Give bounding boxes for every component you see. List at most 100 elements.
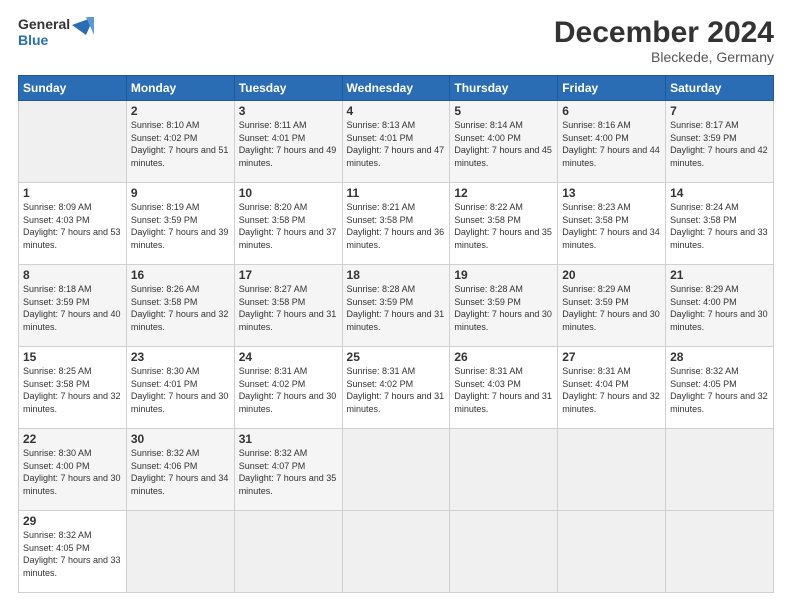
calendar-cell: 7Sunrise: 8:17 AMSunset: 3:59 PMDaylight…: [666, 101, 774, 183]
day-number: 23: [131, 350, 230, 364]
day-info: Sunrise: 8:29 AMSunset: 3:59 PMDaylight:…: [562, 283, 661, 333]
calendar-cell: [342, 429, 450, 511]
header-friday: Friday: [558, 76, 666, 101]
logo: General Blue: [18, 16, 94, 48]
day-number: 8: [23, 268, 122, 282]
day-info: Sunrise: 8:10 AMSunset: 4:02 PMDaylight:…: [131, 119, 230, 169]
day-info: Sunrise: 8:20 AMSunset: 3:58 PMDaylight:…: [239, 201, 338, 251]
calendar-cell: [450, 511, 558, 593]
location: Bleckede, Germany: [554, 49, 774, 65]
header-row: Sunday Monday Tuesday Wednesday Thursday…: [19, 76, 774, 101]
calendar-cell: 21Sunrise: 8:29 AMSunset: 4:00 PMDayligh…: [666, 265, 774, 347]
calendar-cell: [450, 429, 558, 511]
calendar-cell: 4Sunrise: 8:13 AMSunset: 4:01 PMDaylight…: [342, 101, 450, 183]
day-info: Sunrise: 8:26 AMSunset: 3:58 PMDaylight:…: [131, 283, 230, 333]
calendar-body: 2Sunrise: 8:10 AMSunset: 4:02 PMDaylight…: [19, 101, 774, 593]
day-number: 25: [347, 350, 446, 364]
day-number: 11: [347, 186, 446, 200]
day-info: Sunrise: 8:22 AMSunset: 3:58 PMDaylight:…: [454, 201, 553, 251]
header: General Blue December 2024 Bleckede, Ger…: [18, 16, 774, 65]
day-info: Sunrise: 8:11 AMSunset: 4:01 PMDaylight:…: [239, 119, 338, 169]
day-number: 10: [239, 186, 338, 200]
calendar-cell: [558, 429, 666, 511]
calendar-row: 1Sunrise: 8:09 AMSunset: 4:03 PMDaylight…: [19, 183, 774, 265]
day-info: Sunrise: 8:29 AMSunset: 4:00 PMDaylight:…: [670, 283, 769, 333]
day-info: Sunrise: 8:32 AMSunset: 4:05 PMDaylight:…: [23, 529, 122, 579]
day-info: Sunrise: 8:09 AMSunset: 4:03 PMDaylight:…: [23, 201, 122, 251]
calendar-row: 2Sunrise: 8:10 AMSunset: 4:02 PMDaylight…: [19, 101, 774, 183]
day-number: 20: [562, 268, 661, 282]
calendar-cell: 2Sunrise: 8:10 AMSunset: 4:02 PMDaylight…: [126, 101, 234, 183]
day-number: 30: [131, 432, 230, 446]
calendar-cell: 12Sunrise: 8:22 AMSunset: 3:58 PMDayligh…: [450, 183, 558, 265]
calendar-table: Sunday Monday Tuesday Wednesday Thursday…: [18, 75, 774, 593]
day-info: Sunrise: 8:17 AMSunset: 3:59 PMDaylight:…: [670, 119, 769, 169]
header-thursday: Thursday: [450, 76, 558, 101]
day-info: Sunrise: 8:16 AMSunset: 4:00 PMDaylight:…: [562, 119, 661, 169]
calendar-cell: 30Sunrise: 8:32 AMSunset: 4:06 PMDayligh…: [126, 429, 234, 511]
calendar-cell: 19Sunrise: 8:28 AMSunset: 3:59 PMDayligh…: [450, 265, 558, 347]
day-info: Sunrise: 8:31 AMSunset: 4:02 PMDaylight:…: [347, 365, 446, 415]
day-number: 29: [23, 514, 122, 528]
header-sunday: Sunday: [19, 76, 127, 101]
calendar-cell: 25Sunrise: 8:31 AMSunset: 4:02 PMDayligh…: [342, 347, 450, 429]
day-number: 28: [670, 350, 769, 364]
day-number: 27: [562, 350, 661, 364]
calendar-cell: 26Sunrise: 8:31 AMSunset: 4:03 PMDayligh…: [450, 347, 558, 429]
day-number: 3: [239, 104, 338, 118]
day-info: Sunrise: 8:21 AMSunset: 3:58 PMDaylight:…: [347, 201, 446, 251]
day-info: Sunrise: 8:28 AMSunset: 3:59 PMDaylight:…: [454, 283, 553, 333]
calendar-cell: 15Sunrise: 8:25 AMSunset: 3:58 PMDayligh…: [19, 347, 127, 429]
calendar-cell: 8Sunrise: 8:18 AMSunset: 3:59 PMDaylight…: [19, 265, 127, 347]
calendar-cell: [558, 511, 666, 593]
day-number: 7: [670, 104, 769, 118]
calendar-cell: 3Sunrise: 8:11 AMSunset: 4:01 PMDaylight…: [234, 101, 342, 183]
day-number: 15: [23, 350, 122, 364]
calendar-cell: 5Sunrise: 8:14 AMSunset: 4:00 PMDaylight…: [450, 101, 558, 183]
day-number: 17: [239, 268, 338, 282]
day-info: Sunrise: 8:31 AMSunset: 4:02 PMDaylight:…: [239, 365, 338, 415]
day-number: 16: [131, 268, 230, 282]
calendar-cell: [234, 511, 342, 593]
day-number: 19: [454, 268, 553, 282]
calendar-cell: 6Sunrise: 8:16 AMSunset: 4:00 PMDaylight…: [558, 101, 666, 183]
calendar-cell: 22Sunrise: 8:30 AMSunset: 4:00 PMDayligh…: [19, 429, 127, 511]
logo-bird-icon: [72, 17, 94, 47]
day-info: Sunrise: 8:18 AMSunset: 3:59 PMDaylight:…: [23, 283, 122, 333]
day-number: 1: [23, 186, 122, 200]
day-info: Sunrise: 8:13 AMSunset: 4:01 PMDaylight:…: [347, 119, 446, 169]
calendar-row: 22Sunrise: 8:30 AMSunset: 4:00 PMDayligh…: [19, 429, 774, 511]
day-number: 2: [131, 104, 230, 118]
day-info: Sunrise: 8:30 AMSunset: 4:00 PMDaylight:…: [23, 447, 122, 497]
header-saturday: Saturday: [666, 76, 774, 101]
day-info: Sunrise: 8:23 AMSunset: 3:58 PMDaylight:…: [562, 201, 661, 251]
calendar-cell: 1Sunrise: 8:09 AMSunset: 4:03 PMDaylight…: [19, 183, 127, 265]
calendar-cell: 27Sunrise: 8:31 AMSunset: 4:04 PMDayligh…: [558, 347, 666, 429]
day-number: 13: [562, 186, 661, 200]
day-info: Sunrise: 8:28 AMSunset: 3:59 PMDaylight:…: [347, 283, 446, 333]
calendar-cell: 20Sunrise: 8:29 AMSunset: 3:59 PMDayligh…: [558, 265, 666, 347]
day-number: 18: [347, 268, 446, 282]
month-title: December 2024: [554, 16, 774, 49]
header-wednesday: Wednesday: [342, 76, 450, 101]
day-number: 26: [454, 350, 553, 364]
day-number: 5: [454, 104, 553, 118]
day-info: Sunrise: 8:14 AMSunset: 4:00 PMDaylight:…: [454, 119, 553, 169]
day-number: 4: [347, 104, 446, 118]
day-info: Sunrise: 8:31 AMSunset: 4:04 PMDaylight:…: [562, 365, 661, 415]
calendar-cell: 9Sunrise: 8:19 AMSunset: 3:59 PMDaylight…: [126, 183, 234, 265]
header-tuesday: Tuesday: [234, 76, 342, 101]
day-number: 24: [239, 350, 338, 364]
day-number: 22: [23, 432, 122, 446]
day-number: 31: [239, 432, 338, 446]
header-monday: Monday: [126, 76, 234, 101]
calendar-cell: 13Sunrise: 8:23 AMSunset: 3:58 PMDayligh…: [558, 183, 666, 265]
day-info: Sunrise: 8:32 AMSunset: 4:05 PMDaylight:…: [670, 365, 769, 415]
day-info: Sunrise: 8:30 AMSunset: 4:01 PMDaylight:…: [131, 365, 230, 415]
title-block: December 2024 Bleckede, Germany: [554, 16, 774, 65]
calendar-cell: [666, 511, 774, 593]
day-number: 6: [562, 104, 661, 118]
calendar-cell: [342, 511, 450, 593]
calendar-cell: [666, 429, 774, 511]
day-info: Sunrise: 8:32 AMSunset: 4:07 PMDaylight:…: [239, 447, 338, 497]
